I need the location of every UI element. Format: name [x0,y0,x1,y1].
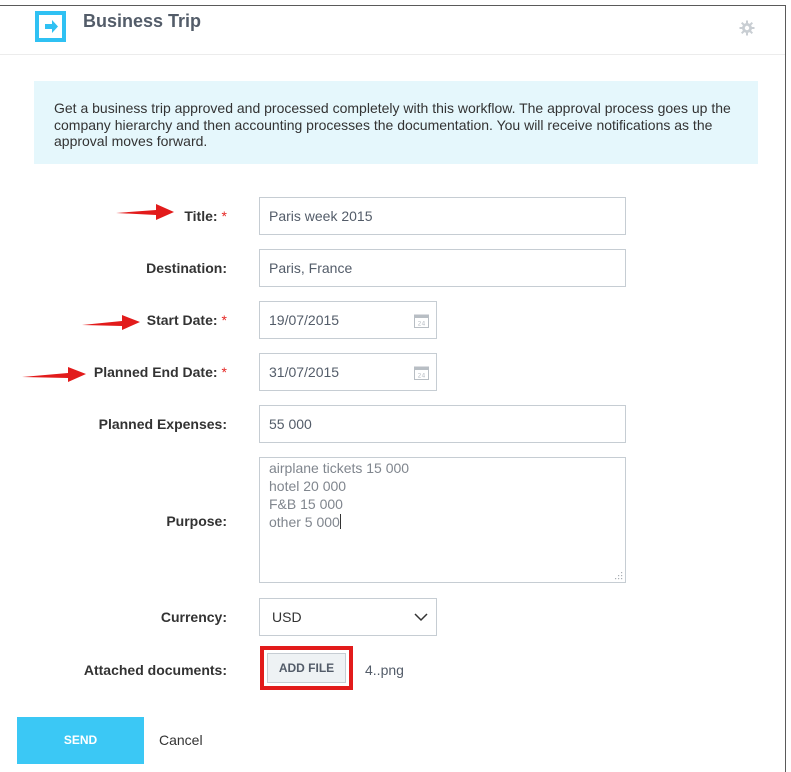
attached-documents-label: Attached documents: [83,662,227,678]
purpose-line: other 5 000 [269,514,341,530]
calendar-icon[interactable]: 24 [414,365,429,380]
start-date-input[interactable]: 19/07/2015 24 [259,301,437,339]
page-title: Business Trip [83,11,202,31]
calendar-icon[interactable]: 24 [414,313,429,328]
title-label: Title: * [184,208,227,224]
title-input[interactable]: Paris week 2015 [259,197,626,235]
window-right-border [785,5,786,772]
planned-expenses-input[interactable]: 55 000 [259,405,626,443]
planned-end-date-label: Planned End Date: * [93,364,227,380]
send-button[interactable]: SEND [17,717,144,764]
svg-text:24: 24 [418,373,426,380]
planned-end-date-input[interactable]: 31/07/2015 24 [259,353,437,391]
destination-label: Destination: [146,260,227,276]
currency-select[interactable]: USD [259,598,437,636]
purpose-textarea[interactable]: airplane tickets 15 000 hotel 20 000 F&B… [259,457,626,583]
required-marker: * [221,364,227,380]
annotation-highlight-box: ADD FILE [260,646,353,690]
workflow-description: Get a business trip approved and process… [34,81,758,164]
planned-expenses-label: Planned Expenses: [98,416,227,432]
add-file-button[interactable]: ADD FILE [267,653,346,683]
attached-file-name[interactable]: 4..png [365,662,404,678]
currency-value: USD [272,609,302,625]
destination-input[interactable]: Paris, France [259,249,626,287]
chevron-down-icon [414,613,428,622]
end-date-value: 31/07/2015 [269,364,340,380]
annotation-arrow-icon [22,367,86,382]
required-marker: * [221,312,227,328]
purpose-line: airplane tickets 15 000 [269,460,410,476]
annotation-arrow-icon [116,204,174,220]
text-caret [339,514,341,529]
purpose-line: hotel 20 000 [269,478,347,494]
svg-text:24: 24 [418,321,426,328]
purpose-line: F&B 15 000 [269,496,343,512]
start-date-value: 19/07/2015 [269,312,340,328]
cancel-link[interactable]: Cancel [159,732,203,748]
purpose-label: Purpose: [166,513,227,529]
arrow-right-box-icon [35,11,66,42]
currency-label: Currency: [160,609,227,625]
resize-grip-icon[interactable] [614,571,623,580]
header: Business Trip [0,6,785,55]
gear-icon[interactable] [739,20,755,36]
start-date-label: Start Date: * [146,312,227,328]
annotation-arrow-icon [82,315,140,330]
required-marker: * [221,208,227,224]
